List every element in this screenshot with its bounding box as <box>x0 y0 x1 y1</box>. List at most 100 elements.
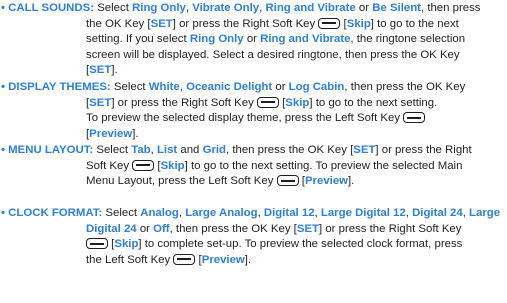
set-key-label: SET <box>89 64 112 76</box>
option-ring-only: Ring Only <box>189 33 244 45</box>
set-key-label: SET <box>150 17 173 30</box>
soft-key-icon <box>318 17 341 29</box>
menu-layout-line-1: • MENU LAYOUT: Select Tab, List and Grid… <box>1 144 472 156</box>
text: , then press the OK Key [ <box>169 222 297 235</box>
text: and <box>180 144 200 156</box>
menu-layout-heading: MENU LAYOUT: <box>8 144 94 156</box>
option-large-digital-24-part2: Digital 24 <box>86 222 137 235</box>
display-themes-line-1: • DISPLAY THEMES: Select White, Oceanic … <box>1 81 466 93</box>
text: Select <box>105 207 138 219</box>
option-log-cabin: Log Cabin <box>288 81 345 93</box>
skip-key-label: Skip <box>346 17 371 30</box>
option-large-digital-24-part1: Large <box>469 207 501 219</box>
text: Select <box>113 81 146 93</box>
option-digital-24: Digital 24 <box>412 207 463 219</box>
text: Select <box>97 2 129 14</box>
manual-page: • CALL SOUNDS: Select Ring Only, Vibrate… <box>0 0 507 303</box>
soft-key-icon <box>86 238 108 249</box>
text: Menu Layout, press the Left Soft Key <box>86 175 274 187</box>
clock-format-item: • CLOCK FORMAT: Select Analog, Large Ana… <box>1 206 503 268</box>
option-list: List <box>156 144 178 156</box>
call-sounds-line-5: [SET]. <box>86 64 118 76</box>
menu-layout-item: • MENU LAYOUT: Select Tab, List and Grid… <box>1 143 503 190</box>
set-key-label: SET <box>353 144 376 156</box>
text: the OK Key [ <box>86 17 151 30</box>
option-ring-and-vibrate: Ring and Vibrate <box>260 33 351 45</box>
option-vibrate-only: Vibrate Only <box>192 2 260 14</box>
option-off: Off <box>153 222 170 235</box>
soft-key-icon <box>276 175 299 186</box>
option-analog: Analog <box>140 207 179 219</box>
bullet-icon: • <box>1 81 5 93</box>
preview-key-label: Preview <box>89 127 133 140</box>
call-sounds-line-1: • CALL SOUNDS: Select Ring Only, Vibrate… <box>1 2 481 14</box>
text: ] to complete set-up. To preview the sel… <box>138 238 463 250</box>
display-themes-line-2: [SET] or press the Right Soft Key [Skip]… <box>86 96 438 109</box>
text: , then press the OK Key [ <box>226 144 354 156</box>
call-sounds-line-2: the OK Key [SET] or press the Right Soft… <box>86 17 459 30</box>
text: screen will be displayed. Select a desir… <box>86 48 460 61</box>
display-themes-line-3: To preview the selected display theme, p… <box>1 111 503 127</box>
clock-format-line-3: [Skip] to complete set-up. To preview th… <box>1 237 503 253</box>
clock-format-line-1: • CLOCK FORMAT: Select Analog, Large Ana… <box>1 207 501 219</box>
skip-key-label: Skip <box>114 238 139 250</box>
option-ring-only: Ring Only <box>132 2 186 14</box>
display-themes-item: • DISPLAY THEMES: Select White, Oceanic … <box>1 80 503 142</box>
option-ring-and-vibrate: Ring and Vibrate <box>265 2 356 14</box>
clock-format-heading: CLOCK FORMAT: <box>8 207 103 219</box>
soft-key-icon <box>132 159 155 171</box>
text: To preview the selected display theme, p… <box>86 112 401 124</box>
text: setting. If you select <box>86 33 187 45</box>
call-sounds-item: • CALL SOUNDS: Select Ring Only, Vibrate… <box>1 1 503 79</box>
option-digital-12: Digital 12 <box>263 207 315 219</box>
text: ]. <box>132 127 139 140</box>
text: ] or press the Right Soft Key <box>172 17 316 30</box>
bullet-icon: • <box>1 144 5 156</box>
text: or <box>139 222 150 235</box>
soft-key-icon <box>256 96 279 108</box>
bullet-icon: • <box>1 2 5 14</box>
text: ]. <box>244 253 252 266</box>
text: ]. <box>348 175 355 187</box>
option-white: White <box>148 81 180 93</box>
option-tab: Tab <box>131 144 151 156</box>
text: ] or press the Right <box>375 144 472 156</box>
text: then press <box>427 2 481 14</box>
option-oceanic-delight: Oceanic Delight <box>186 81 273 93</box>
text: Soft Key <box>86 159 130 172</box>
text: the Left Soft Key <box>86 253 171 266</box>
option-large-analog: Large Analog <box>185 207 258 219</box>
clock-format-line-2: Digital 24 or Off, then press the OK Key… <box>1 222 503 238</box>
menu-layout-line-2: Soft Key [Skip] to go to the next settin… <box>86 159 463 172</box>
soft-key-icon <box>173 253 196 265</box>
display-themes-heading: DISPLAY THEMES: <box>8 81 111 93</box>
menu-layout-line-3: Menu Layout, press the Left Soft Key [Pr… <box>86 175 355 187</box>
clock-format-line-4: the Left Soft Key [Preview]. <box>86 253 252 266</box>
call-sounds-heading: CALL SOUNDS: <box>8 2 95 14</box>
text: ]. <box>111 64 118 76</box>
call-sounds-line-3: setting. If you select Ring Only or Ring… <box>1 32 503 48</box>
text: ] or press the Right Soft Key <box>319 222 462 235</box>
text: , the ringtone selection <box>350 33 466 45</box>
preview-key-label: Preview <box>304 175 349 187</box>
set-key-label: SET <box>89 96 112 109</box>
option-large-digital-12: Large Digital 12 <box>320 207 406 219</box>
bullet-icon: • <box>1 207 5 219</box>
skip-key-label: Skip <box>160 159 185 172</box>
text: Select <box>96 144 129 156</box>
text: or <box>246 33 257 45</box>
call-sounds-line-4: screen will be displayed. Select a desir… <box>1 48 503 64</box>
display-themes-line-4: [Preview]. <box>86 127 139 140</box>
option-be-silent: Be Silent <box>372 2 421 14</box>
text: ] or press the Right Soft Key <box>111 96 254 109</box>
text: or <box>358 2 370 14</box>
set-key-label: SET <box>296 222 319 235</box>
preview-key-label: Preview <box>201 253 245 266</box>
text: ] to go to the next setting. To preview … <box>184 159 463 172</box>
text: ] to go to the next <box>370 17 459 30</box>
text: or <box>275 81 286 93</box>
skip-key-label: Skip <box>285 96 310 109</box>
text: , then press the OK Key <box>344 81 466 93</box>
soft-key-icon <box>403 112 426 123</box>
option-grid: Grid <box>202 144 226 156</box>
